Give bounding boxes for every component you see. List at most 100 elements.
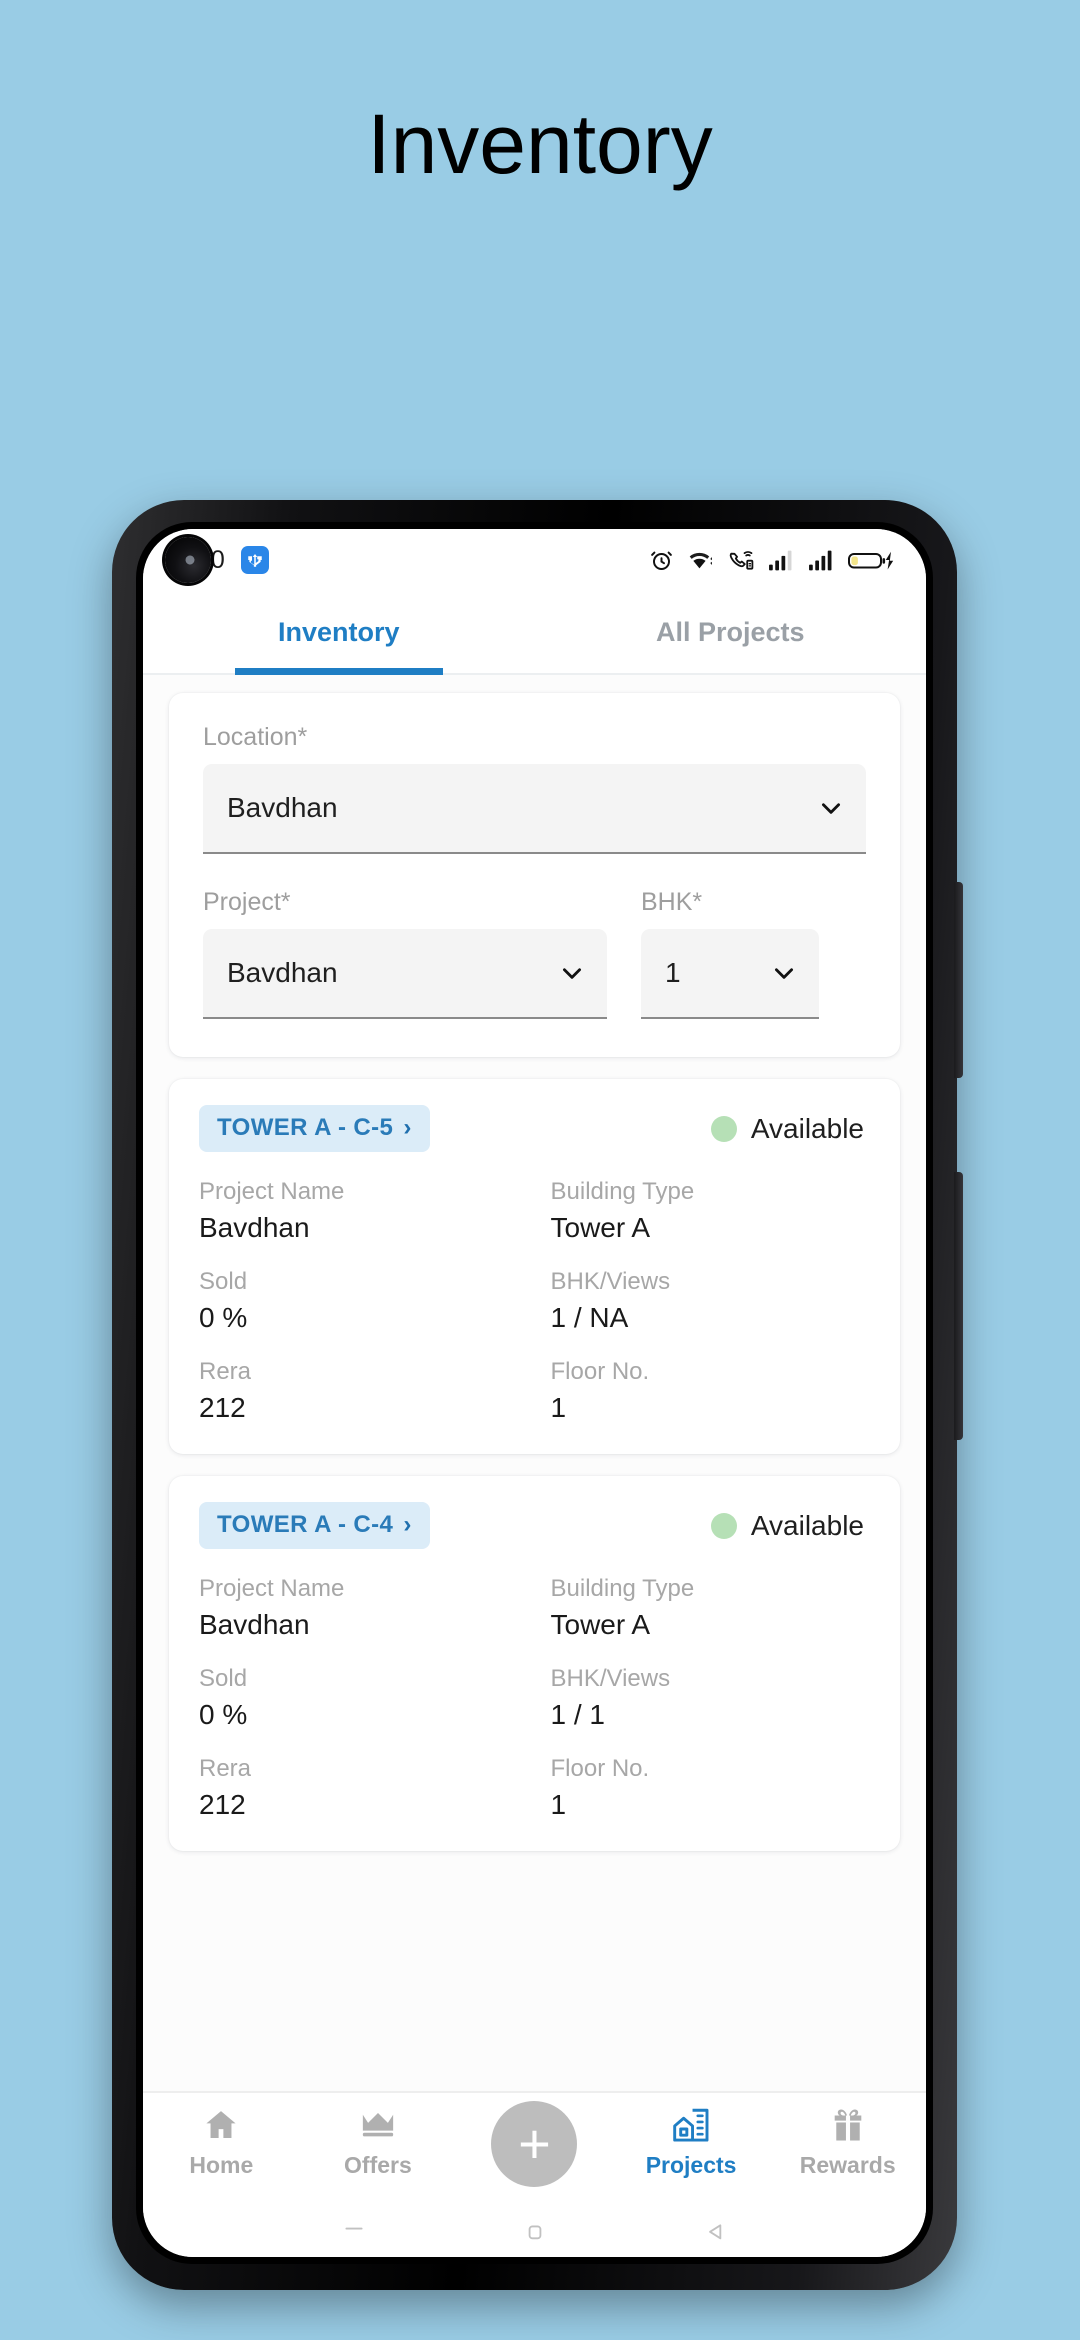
- detail-cell: Project Name Bavdhan: [199, 1575, 535, 1641]
- detail-label: BHK/Views: [550, 1268, 671, 1295]
- tab-all-projects[interactable]: All Projects: [535, 591, 927, 673]
- nav-label-offers: Offers: [344, 2152, 412, 2178]
- home-button[interactable]: [522, 2221, 548, 2252]
- detail-value: 0 %: [199, 1302, 248, 1333]
- detail-cell: Floor No. 1: [535, 1755, 871, 1821]
- inventory-card[interactable]: TOWER A - C-4 › Available Project Name B…: [169, 1476, 900, 1851]
- location-field-group: Location* Bavdhan: [203, 723, 866, 854]
- detail-cell: Project Name Bavdhan: [199, 1178, 535, 1244]
- inventory-detail-grid: Project Name Bavdhan Building Type Tower…: [199, 1178, 870, 1424]
- bhk-select[interactable]: 1: [641, 929, 819, 1019]
- location-label: Location*: [203, 723, 308, 751]
- detail-cell: Floor No. 1: [535, 1358, 871, 1424]
- detail-label: Floor No.: [550, 1755, 650, 1782]
- chevron-right-icon: ›: [403, 1114, 412, 1141]
- detail-cell: Rera 212: [199, 1755, 535, 1821]
- recents-button[interactable]: [341, 2221, 367, 2252]
- unit-chip[interactable]: TOWER A - C-4 ›: [199, 1502, 430, 1549]
- wifi-icon: [687, 548, 714, 573]
- android-system-nav: [143, 2211, 926, 2257]
- project-label: Project*: [203, 888, 291, 916]
- detail-value: 1: [550, 1789, 567, 1820]
- phone-frame: :20: [112, 500, 963, 2290]
- detail-cell: Sold 0 %: [199, 1268, 535, 1334]
- battery-charging-icon: [848, 548, 896, 573]
- detail-cell: Sold 0 %: [199, 1665, 535, 1731]
- inventory-card-header: TOWER A - C-5 › Available: [199, 1105, 870, 1152]
- status-label: Available: [750, 1509, 864, 1541]
- detail-cell: BHK/Views 1 / 1: [535, 1665, 871, 1731]
- project-value: Bavdhan: [227, 957, 338, 988]
- detail-value: Tower A: [550, 1609, 651, 1640]
- detail-row: Rera 212 Floor No. 1: [199, 1358, 870, 1424]
- home-icon: [202, 2105, 240, 2145]
- detail-label: BHK/Views: [550, 1665, 671, 1692]
- detail-label: Rera: [199, 1358, 252, 1385]
- status-badge: Available: [710, 1509, 870, 1542]
- project-select[interactable]: Bavdhan: [203, 929, 607, 1019]
- front-camera-icon: [165, 537, 211, 583]
- detail-label: Building Type: [550, 1575, 695, 1602]
- chevron-right-icon: ›: [403, 1511, 412, 1538]
- project-bhk-row: Project* Bavdhan BHK* 1: [203, 888, 866, 1019]
- filter-form-card: Location* Bavdhan Project* Bavdhan BHK* …: [169, 693, 900, 1057]
- detail-label: Sold: [199, 1665, 248, 1692]
- volume-button[interactable]: [954, 882, 963, 1078]
- detail-value: 0 %: [199, 1699, 248, 1730]
- unit-chip-label: TOWER A - C-4: [217, 1511, 394, 1538]
- detail-label: Building Type: [550, 1178, 695, 1205]
- wifi-calling-icon: [727, 548, 755, 573]
- detail-row: Project Name Bavdhan Building Type Tower…: [199, 1575, 870, 1641]
- power-button[interactable]: [954, 1172, 963, 1440]
- nav-item-offers[interactable]: Offers: [300, 2105, 457, 2179]
- inventory-card[interactable]: TOWER A - C-5 › Available Project Name B…: [169, 1079, 900, 1454]
- signal-bars-icon: [808, 548, 835, 572]
- nav-label-rewards: Rewards: [799, 2152, 896, 2178]
- chevron-down-icon: [818, 795, 844, 821]
- nav-item-add[interactable]: +: [456, 2101, 613, 2194]
- alarm-icon: [649, 548, 674, 573]
- detail-label: Floor No.: [550, 1358, 650, 1385]
- detail-label: Project Name: [199, 1178, 345, 1205]
- tab-inventory[interactable]: Inventory: [143, 591, 535, 673]
- bhk-field-group: BHK* 1: [641, 888, 819, 1019]
- detail-row: Project Name Bavdhan Building Type Tower…: [199, 1178, 870, 1244]
- detail-value: 212: [199, 1392, 246, 1423]
- detail-label: Sold: [199, 1268, 248, 1295]
- detail-cell: Rera 212: [199, 1358, 535, 1424]
- chevron-down-icon: [559, 960, 585, 986]
- nav-item-home[interactable]: Home: [143, 2105, 300, 2179]
- detail-cell: Building Type Tower A: [535, 1575, 871, 1641]
- detail-row: Sold 0 % BHK/Views 1 / NA: [199, 1268, 870, 1334]
- unit-chip[interactable]: TOWER A - C-5 ›: [199, 1105, 430, 1152]
- location-value: Bavdhan: [227, 792, 338, 823]
- inventory-card-header: TOWER A - C-4 › Available: [199, 1502, 870, 1549]
- status-label: Available: [750, 1112, 864, 1144]
- detail-value: Bavdhan: [199, 1212, 310, 1243]
- nav-item-rewards[interactable]: Rewards: [769, 2105, 926, 2179]
- detail-cell: BHK/Views 1 / NA: [535, 1268, 871, 1334]
- detail-value: 212: [199, 1789, 246, 1820]
- back-button[interactable]: [703, 2221, 729, 2252]
- plus-icon: +: [518, 2112, 551, 2175]
- add-fab-button[interactable]: +: [491, 2101, 578, 2187]
- crown-icon: [359, 2105, 397, 2145]
- detail-value: 1 / 1: [550, 1699, 605, 1730]
- top-tab-bar: Inventory All Projects: [143, 591, 926, 675]
- bhk-label: BHK*: [641, 888, 703, 916]
- nav-label-projects: Projects: [645, 2152, 737, 2178]
- tab-inventory-label: Inventory: [277, 616, 400, 647]
- detail-label: Project Name: [199, 1575, 345, 1602]
- detail-value: Bavdhan: [199, 1609, 310, 1640]
- detail-row: Sold 0 % BHK/Views 1 / 1: [199, 1665, 870, 1731]
- inventory-detail-grid: Project Name Bavdhan Building Type Tower…: [199, 1575, 870, 1821]
- bottom-navigation-bar: Home Offers + Projects Rewards: [143, 2091, 926, 2211]
- phone-bezel: :20: [136, 522, 933, 2264]
- status-bar: :20: [143, 529, 926, 591]
- nav-label-home: Home: [189, 2152, 254, 2178]
- tab-all-projects-label: All Projects: [655, 616, 805, 647]
- content-scroll-area[interactable]: Location* Bavdhan Project* Bavdhan BHK* …: [143, 675, 926, 2091]
- status-bar-right: [649, 548, 896, 573]
- location-select[interactable]: Bavdhan: [203, 764, 866, 854]
- nav-item-projects[interactable]: Projects: [613, 2105, 770, 2179]
